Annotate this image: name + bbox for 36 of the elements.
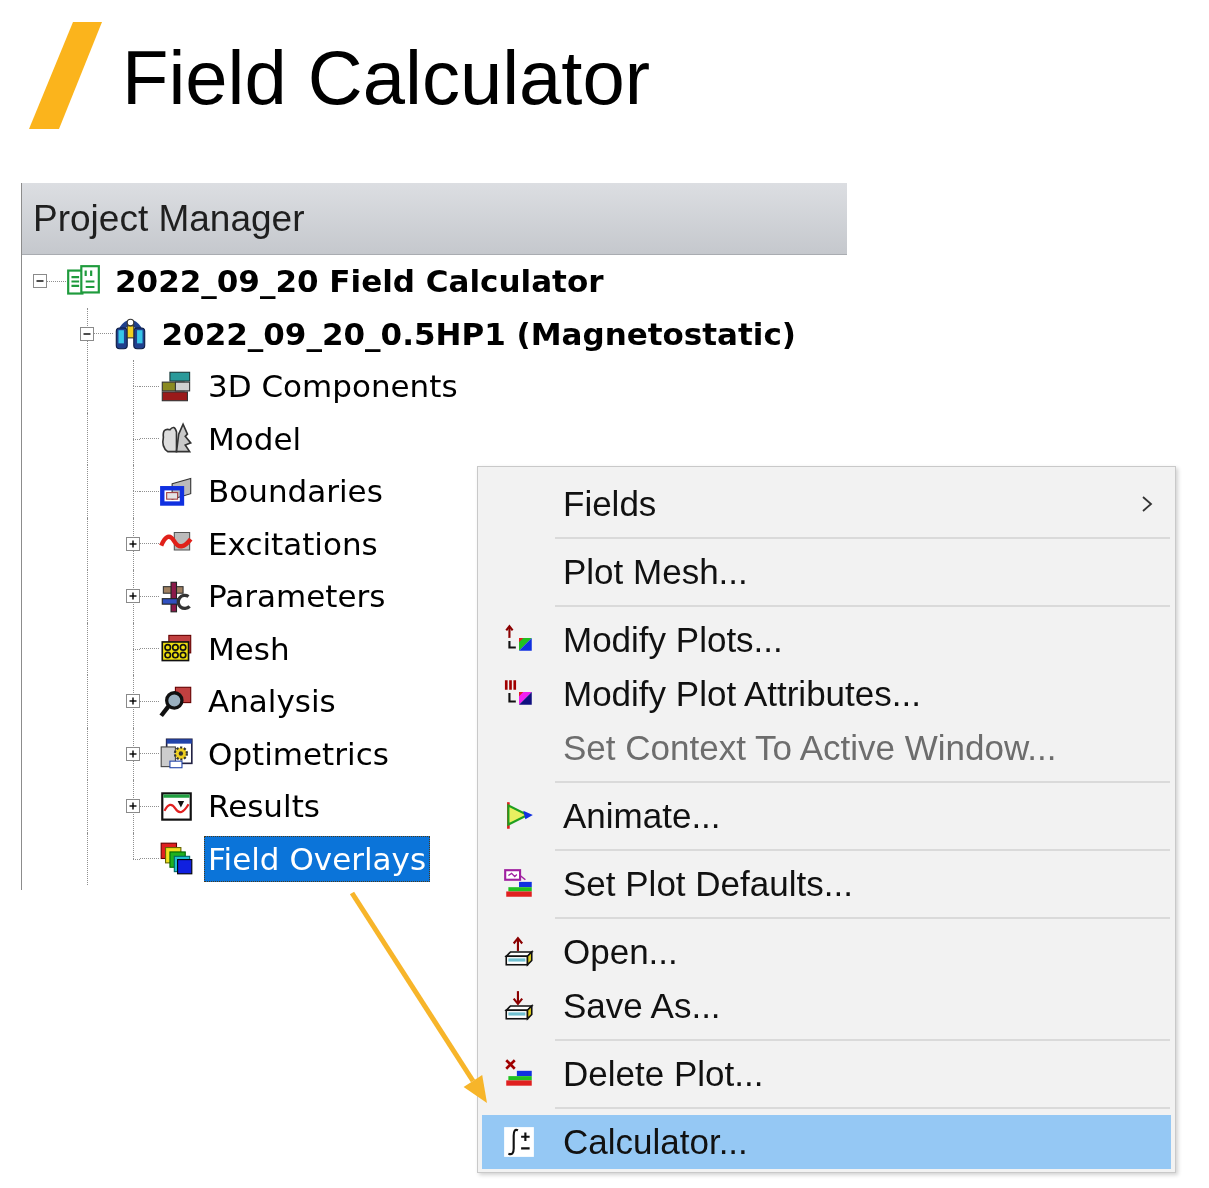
page-title: Field Calculator xyxy=(122,35,650,116)
menu-item[interactable]: Save As... xyxy=(482,979,1171,1033)
tree-item[interactable]: 2022_09_20 Field Calculator xyxy=(111,258,608,305)
collapse-icon[interactable] xyxy=(33,274,47,289)
stacked-squares-icon xyxy=(159,841,194,877)
tree-item[interactable]: Optimetrics xyxy=(204,730,393,777)
expand-icon[interactable] xyxy=(126,746,140,761)
tree-item[interactable]: Mesh xyxy=(204,625,294,672)
menu-item[interactable]: Fields xyxy=(482,477,1171,531)
menu-item[interactable]: Modify Plots... xyxy=(482,613,1171,667)
panel-title: Project Manager xyxy=(33,197,305,240)
tree-item[interactable]: Boundaries xyxy=(204,468,387,515)
expand-icon[interactable] xyxy=(126,694,140,709)
menu-item[interactable]: Open... xyxy=(482,925,1171,979)
tree-item[interactable]: Results xyxy=(204,783,324,830)
menu-item[interactable]: Set Plot Defaults... xyxy=(482,857,1171,911)
tree-item[interactable]: Analysis xyxy=(204,678,340,725)
integral-icon xyxy=(502,1125,536,1159)
collapse-icon[interactable] xyxy=(79,326,94,341)
menu-item[interactable]: Calculator... xyxy=(482,1115,1171,1169)
expand-icon[interactable] xyxy=(126,536,140,551)
tree-item[interactable]: Model xyxy=(204,415,306,462)
tree-item[interactable]: Parameters xyxy=(204,573,390,620)
slash-icon xyxy=(29,22,102,129)
tray-up-arrow-icon xyxy=(502,935,536,969)
tray-down-arrow-icon xyxy=(502,989,536,1023)
tree-item[interactable]: 3D Components xyxy=(204,363,462,410)
menu-item[interactable]: Plot Mesh... xyxy=(482,545,1171,599)
tree-item[interactable]: 2022_09_20_0.5HP1 (Magnetostatic) xyxy=(157,310,801,357)
expand-icon[interactable] xyxy=(126,799,140,814)
expand-icon[interactable] xyxy=(126,589,140,604)
tree-item[interactable]: Excitations xyxy=(204,520,382,567)
menu-item[interactable]: Animate... xyxy=(482,789,1171,843)
menu-item[interactable]: Delete Plot... xyxy=(482,1047,1171,1101)
tree-item[interactable]: Field Overlays xyxy=(204,835,431,882)
menu-item[interactable]: Modify Plot Attributes... xyxy=(482,667,1171,721)
